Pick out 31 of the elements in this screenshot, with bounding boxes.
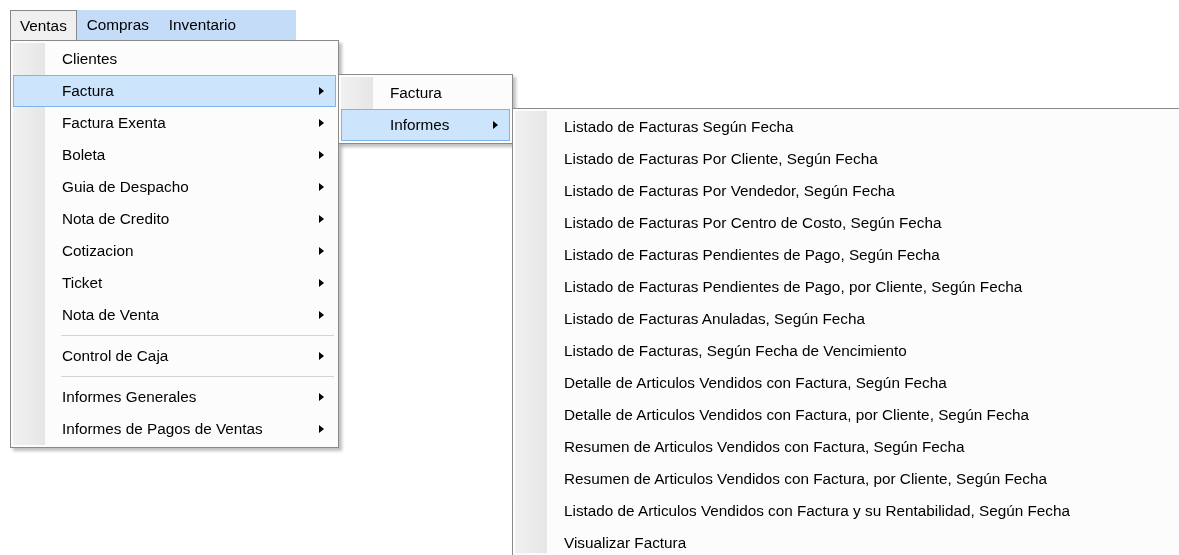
menu-item[interactable]: Factura Exenta (13, 107, 336, 139)
menu-item[interactable]: Listado de Facturas Por Centro de Costo, Según Fecha (515, 207, 1177, 239)
menu-item[interactable]: Listado de Articulos Vendidos con Factura y su Rentabilidad, Según Fecha (515, 495, 1177, 527)
menu-item[interactable]: Ticket (13, 267, 336, 299)
menu-item[interactable]: Control de Caja (13, 340, 336, 372)
menu-item[interactable]: Listado de Facturas Según Fecha (515, 111, 1177, 143)
menu-item[interactable]: Guia de Despacho (13, 171, 336, 203)
menu-item[interactable]: Nota de Venta (13, 299, 336, 331)
menu-item[interactable]: Listado de Facturas Pendientes de Pago, por Cliente, Según Fecha (515, 271, 1177, 303)
menu-item[interactable]: Clientes (13, 43, 336, 75)
menu-item[interactable]: Listado de Facturas, Según Fecha de Vencimiento (515, 335, 1177, 367)
menu-item[interactable]: Detalle de Articulos Vendidos con Factura, por Cliente, Según Fecha (515, 399, 1177, 431)
menu-item[interactable]: Boleta (13, 139, 336, 171)
menu-item[interactable]: Resumen de Articulos Vendidos con Factura, Según Fecha (515, 431, 1177, 463)
menu-item[interactable]: Factura (341, 77, 510, 109)
menu-item[interactable]: Listado de Facturas Anuladas, Según Fecha (515, 303, 1177, 335)
menu-item[interactable]: Listado de Facturas Pendientes de Pago, Según Fecha (515, 239, 1177, 271)
menu-bar-item[interactable]: Compras (76, 10, 159, 40)
menu-item[interactable]: Cotizacion (13, 235, 336, 267)
menu-item[interactable]: Nota de Credito (13, 203, 336, 235)
menu-item[interactable]: Informes (341, 109, 510, 141)
menu-item[interactable]: Detalle de Articulos Vendidos con Factura, Según Fecha (515, 367, 1177, 399)
menu-item[interactable]: Factura (13, 75, 336, 107)
menu-item[interactable]: Resumen de Articulos Vendidos con Factura, por Cliente, Según Fecha (515, 463, 1177, 495)
menu-item[interactable]: Listado de Facturas Por Cliente, Según Fecha (515, 143, 1177, 175)
menu-item[interactable]: Visualizar Factura (515, 527, 1177, 555)
menu-bar-item[interactable]: Inventario (158, 10, 247, 40)
menu-bar-item[interactable]: Ventas (10, 10, 77, 40)
menu-item[interactable]: Listado de Facturas Por Vendedor, Según Fecha (515, 175, 1177, 207)
menu-item[interactable]: Informes de Pagos de Ventas (13, 413, 336, 445)
menu-item[interactable]: Informes Generales (13, 381, 336, 413)
